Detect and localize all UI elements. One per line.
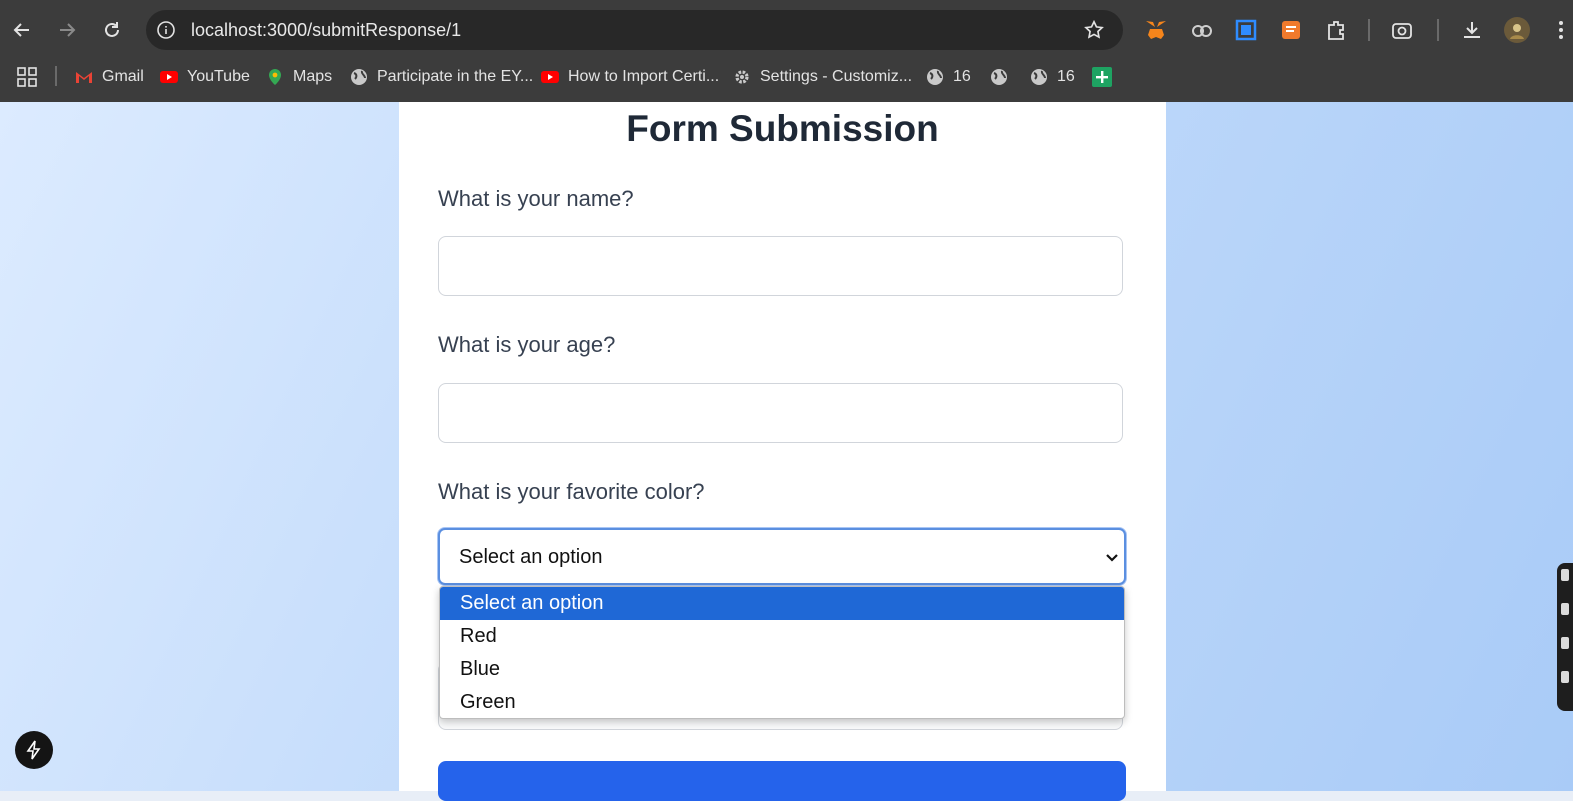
back-arrow-icon <box>13 23 29 37</box>
bookmark-label: How to Import Certi... <box>568 68 720 85</box>
option-green[interactable]: Green <box>440 686 1124 718</box>
bookmark-label: 16 <box>953 68 971 85</box>
puzzle-icon[interactable] <box>1323 17 1349 43</box>
globe-icon <box>991 69 1007 85</box>
url-text[interactable]: localhost:3000/submitResponse/1 <box>191 20 461 40</box>
bookmark-youtube[interactable]: YouTube <box>160 66 250 88</box>
apps-grid-icon[interactable] <box>17 66 37 88</box>
maps-icon <box>269 69 281 85</box>
camera-search-icon[interactable] <box>1389 17 1415 43</box>
favorite-color-select[interactable]: Select an option <box>438 528 1126 585</box>
browser-menu-icon[interactable] <box>1551 17 1571 43</box>
browser-chrome: localhost:3000/submitResponse/1 Gmail Yo… <box>0 0 1573 102</box>
page-title: Form Submission <box>626 108 939 149</box>
browser-toolbar: localhost:3000/submitResponse/1 <box>0 0 1573 60</box>
bookmark-label: Gmail <box>102 68 144 85</box>
plus-sheet-icon <box>1092 67 1112 87</box>
download-icon[interactable] <box>1459 17 1485 43</box>
bookmarks-bar: Gmail YouTube Maps Participate in the EY… <box>0 60 1573 94</box>
bookmark-import-cert[interactable]: How to Import Certi... <box>541 66 719 88</box>
option-blue[interactable]: Blue <box>440 653 1124 686</box>
color-question-label: What is your favorite color? <box>438 479 705 504</box>
bookmark-16-b[interactable]: 16 <box>1030 66 1075 88</box>
globe-icon <box>351 69 367 85</box>
age-input[interactable] <box>438 383 1123 443</box>
cloud-link-icon[interactable] <box>1189 17 1215 43</box>
address-bar[interactable]: localhost:3000/submitResponse/1 <box>146 10 1123 50</box>
site-info-icon[interactable] <box>156 20 176 40</box>
bookmark-label: Maps <box>293 68 333 85</box>
option-select-an-option[interactable]: Select an option <box>440 587 1124 620</box>
globe-icon <box>1031 69 1047 85</box>
bookmark-star-icon[interactable] <box>1083 19 1105 41</box>
forward-arrow-icon <box>60 23 76 37</box>
bookmark-ey[interactable]: Participate in the EY... <box>350 66 533 88</box>
globe-icon <box>927 69 943 85</box>
reload-icon <box>105 22 119 37</box>
notes-icon[interactable] <box>1278 17 1304 43</box>
submit-button[interactable] <box>438 761 1126 801</box>
gear-icon <box>735 70 749 84</box>
toolbar-divider <box>1437 19 1439 41</box>
screen-capture-icon[interactable] <box>1233 17 1259 43</box>
bookmark-settings[interactable]: Settings - Customiz... <box>733 66 912 88</box>
name-question-label: What is your name? <box>438 186 634 211</box>
profile-avatar[interactable] <box>1504 17 1530 43</box>
option-red[interactable]: Red <box>440 620 1124 653</box>
chevron-down-icon <box>1106 554 1118 562</box>
bookmarks-divider <box>55 66 57 86</box>
bookmark-gmail[interactable]: Gmail <box>75 66 144 88</box>
bookmark-label: Settings - Customiz... <box>760 68 913 85</box>
bookmark-label: YouTube <box>187 68 250 85</box>
bookmark-add-sheet[interactable] <box>1092 66 1121 88</box>
reload-button[interactable] <box>96 14 128 46</box>
color-options-dropdown: Select an option Red Blue Green <box>439 586 1125 719</box>
bookmark-globe[interactable] <box>990 66 1017 88</box>
gmail-icon <box>76 72 92 83</box>
youtube-icon <box>160 71 178 83</box>
bookmark-16-a[interactable]: 16 <box>926 66 971 88</box>
back-button[interactable] <box>6 14 38 46</box>
select-current-value: Select an option <box>459 546 603 568</box>
age-question-label: What is your age? <box>438 332 616 357</box>
metamask-icon[interactable] <box>1143 17 1169 43</box>
youtube-icon <box>541 71 559 83</box>
lightning-icon[interactable] <box>15 731 53 769</box>
forward-button[interactable] <box>51 14 83 46</box>
toolbar-divider <box>1368 19 1370 41</box>
bookmark-maps[interactable]: Maps <box>266 66 332 88</box>
bookmark-label: 16 <box>1057 68 1075 85</box>
name-input[interactable] <box>438 236 1123 296</box>
bookmark-label: Participate in the EY... <box>377 68 534 85</box>
side-toolbar-widget[interactable] <box>1557 563 1573 711</box>
